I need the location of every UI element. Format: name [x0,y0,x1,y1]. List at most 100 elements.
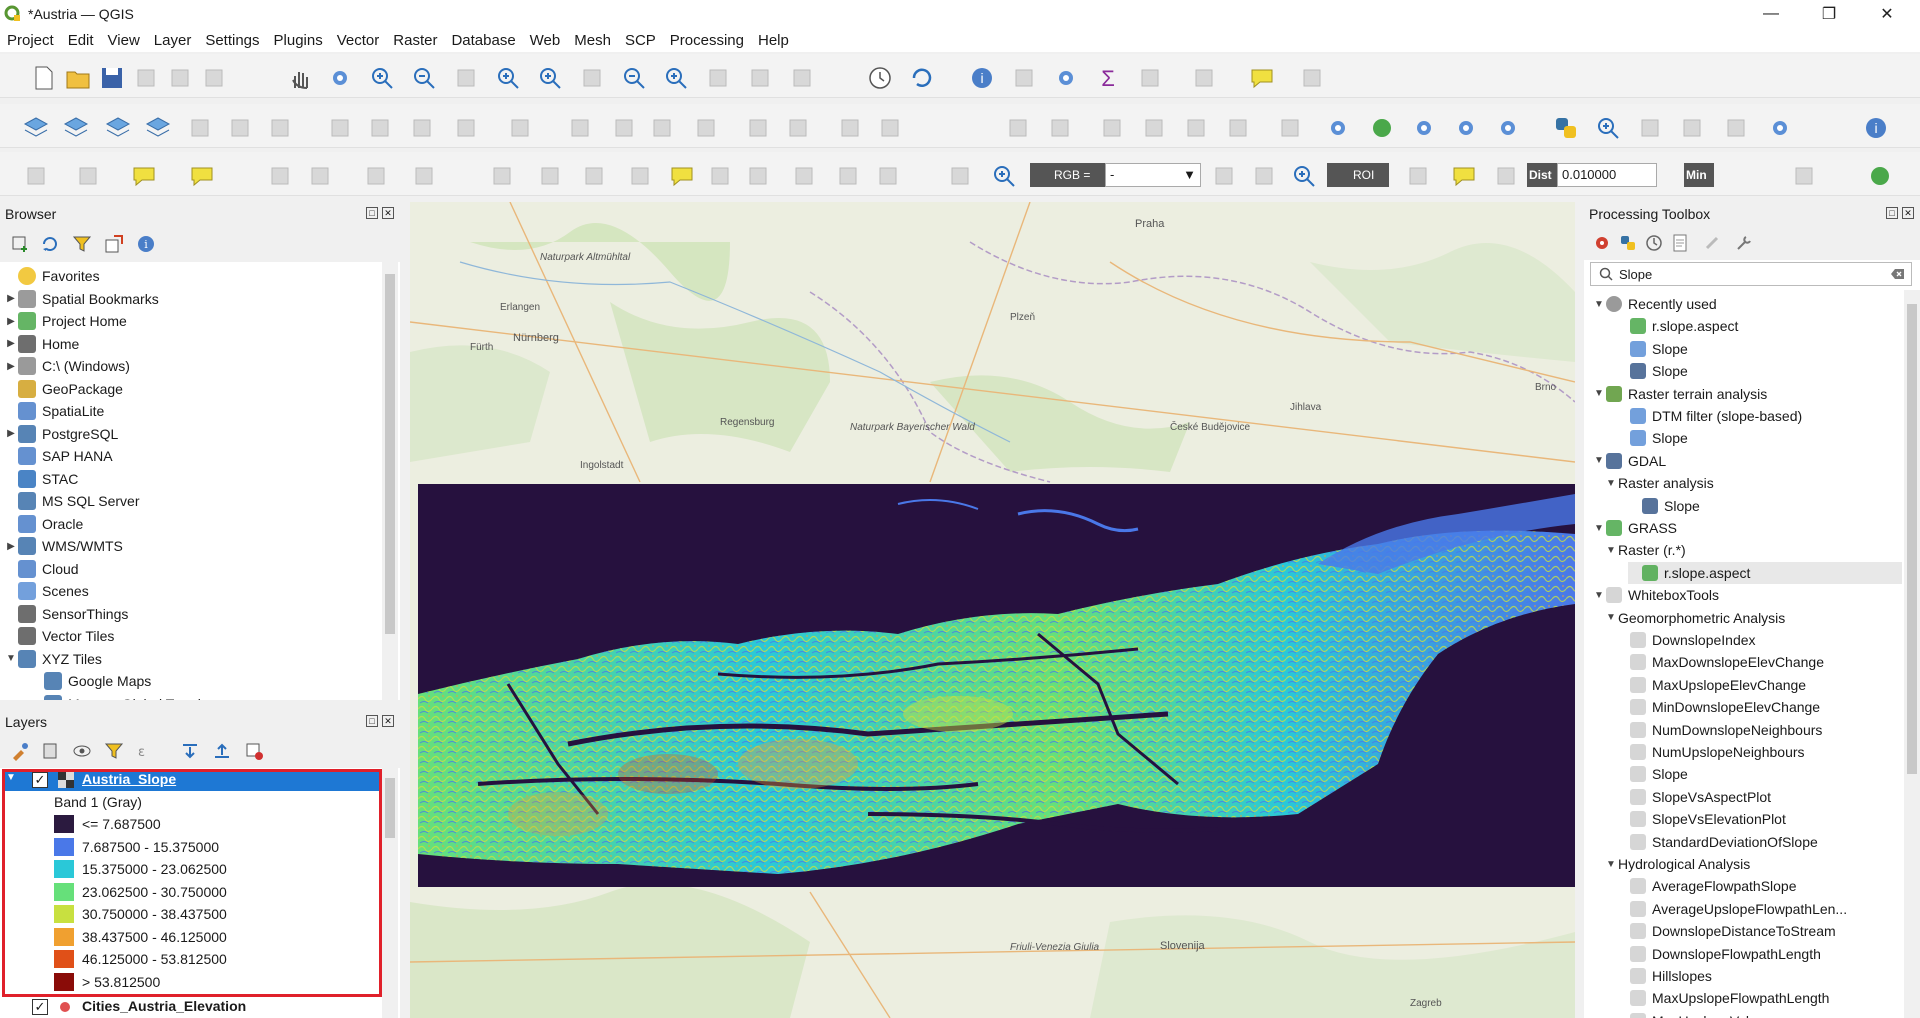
browser-item[interactable]: MS SQL Server [4,490,140,512]
browser-item[interactable]: Scenes [4,580,89,602]
pointer-select-icon[interactable] [536,162,564,190]
results-icon[interactable] [1670,233,1690,253]
vector-icon[interactable] [1678,114,1706,142]
digitize-icon[interactable] [306,162,334,190]
processing-item[interactable]: NumDownslopeNeighbours [1616,719,1822,741]
expand-arrow-icon[interactable]: ▼ [1592,590,1606,601]
close-icon[interactable]: ✕ [382,207,394,219]
browser-item[interactable]: ▶ PostgreSQL [4,423,118,445]
processing-item[interactable]: Slope [1616,427,1688,449]
menu-layer[interactable]: Layer [147,32,199,49]
processing-item[interactable]: DownslopeDistanceToStream [1616,920,1836,942]
code-annotation-icon[interactable] [874,162,902,190]
roi-label[interactable]: ROI [1327,163,1389,187]
deselect-icon[interactable] [74,162,102,190]
float-icon[interactable]: □ [1886,207,1898,219]
add-selected-icon[interactable] [10,234,30,254]
attribute-table-icon[interactable] [1010,64,1038,92]
minimize-button[interactable]: — [1742,0,1800,28]
browser-item[interactable]: GeoPackage [4,378,123,400]
browser-item[interactable]: Favorites [4,265,100,287]
select-feature-icon[interactable] [22,162,50,190]
menu-raster[interactable]: Raster [386,32,444,49]
zoom-selection-icon[interactable] [494,64,522,92]
text-annotation-icon[interactable] [706,162,734,190]
browser-item[interactable]: Google Maps [30,670,151,692]
menu-help[interactable]: Help [751,32,796,49]
html-annotation-icon[interactable] [790,162,818,190]
close-button[interactable]: ✕ [1858,0,1916,28]
browser-item[interactable]: ▼ XYZ Tiles [4,648,102,670]
pointer-icon[interactable] [1722,114,1750,142]
locator-icon[interactable] [1298,64,1326,92]
star-icon[interactable] [668,162,696,190]
label-move-icon[interactable] [1098,114,1126,142]
layer-row-cities[interactable]: ✓ Cities_Austria_Elevation [4,996,382,1018]
search-icon[interactable] [1594,114,1622,142]
settings-icon[interactable] [1766,114,1794,142]
style-icon[interactable] [10,741,30,761]
processing-search-input[interactable]: Slope [1590,262,1912,286]
menu-view[interactable]: View [101,32,147,49]
add-roi-icon[interactable] [1450,162,1478,190]
expand-arrow-icon[interactable]: ▶ [4,428,18,439]
pan-to-selection-icon[interactable] [326,64,354,92]
processing-item[interactable]: ▼ Hydrological Analysis [1604,853,1750,875]
python-icon[interactable] [1618,233,1638,253]
remove-layer-icon[interactable] [244,741,264,761]
processing-item[interactable]: StandardDeviationOfSlope [1616,831,1818,853]
new-print-layout-icon[interactable] [132,64,160,92]
browser-item[interactable]: Mapzen Global Terrain [30,693,209,700]
processing-item[interactable]: SlopeVsElevationPlot [1616,808,1786,830]
browser-item[interactable]: Vector Tiles [4,625,114,647]
label-pin-icon[interactable] [876,114,904,142]
menu-project[interactable]: Project [0,32,61,49]
globe-icon[interactable] [1410,114,1438,142]
select-all-icon[interactable] [130,162,158,190]
add-vector-icon[interactable] [186,114,214,142]
processing-scrollbar-thumb[interactable] [1907,304,1917,774]
triangle-icon[interactable] [1368,114,1396,142]
add-raster-icon[interactable] [226,114,254,142]
close-icon[interactable]: ✕ [382,715,394,727]
expand-arrow-icon[interactable]: ▼ [4,653,18,664]
layout-manager-icon[interactable] [166,64,194,92]
browser-item[interactable]: STAC [4,468,78,490]
open-project-icon[interactable] [64,64,92,92]
processing-item[interactable]: MinDownslopeElevChange [1616,696,1820,718]
eye-icon[interactable] [72,741,92,761]
signature-icon[interactable] [1250,162,1278,190]
menu-vector[interactable]: Vector [330,32,387,49]
options-wrench-icon[interactable] [1734,233,1754,253]
processing-item[interactable]: ▼ GDAL [1592,450,1666,472]
browser-item[interactable]: SAP HANA [4,445,113,467]
label-unpin-icon[interactable] [1276,114,1304,142]
node-icon[interactable] [580,162,608,190]
processing-item[interactable]: MaxUpslopeValue [1616,1010,1765,1018]
expand-arrow-icon[interactable]: ▼ [1604,859,1618,870]
history-icon[interactable] [1644,233,1664,253]
new-geopackage-icon[interactable] [62,114,90,142]
redo-roi-icon[interactable] [1492,162,1520,190]
collapse-all-icon[interactable] [212,741,232,761]
reshape-icon[interactable] [362,162,390,190]
edit-features-icon[interactable] [1702,233,1722,253]
processing-item[interactable]: MaxUpslopeFlowpathLength [1616,987,1829,1009]
offset-icon[interactable] [410,162,438,190]
zoom-next-icon[interactable] [662,64,690,92]
dist-input[interactable]: 0.010000 [1557,163,1657,187]
expand-arrow-icon[interactable]: ▶ [4,541,18,552]
processing-item[interactable]: ▼ Raster analysis [1604,472,1714,494]
identify-icon[interactable]: i [968,64,996,92]
undo-icon[interactable] [744,114,772,142]
menu-mesh[interactable]: Mesh [567,32,618,49]
close-icon[interactable]: ✕ [1902,207,1914,219]
new-spatialite-icon[interactable] [144,114,172,142]
browser-scrollbar[interactable] [382,262,398,700]
select-location-icon[interactable] [188,162,216,190]
pencil-icon[interactable] [366,114,394,142]
processing-item[interactable]: r.slope.aspect [1628,561,1902,584]
expand-arrow-icon[interactable]: ▼ [1592,388,1606,399]
collapse-all-icon[interactable] [104,234,124,254]
label-abc-icon[interactable] [1046,114,1074,142]
